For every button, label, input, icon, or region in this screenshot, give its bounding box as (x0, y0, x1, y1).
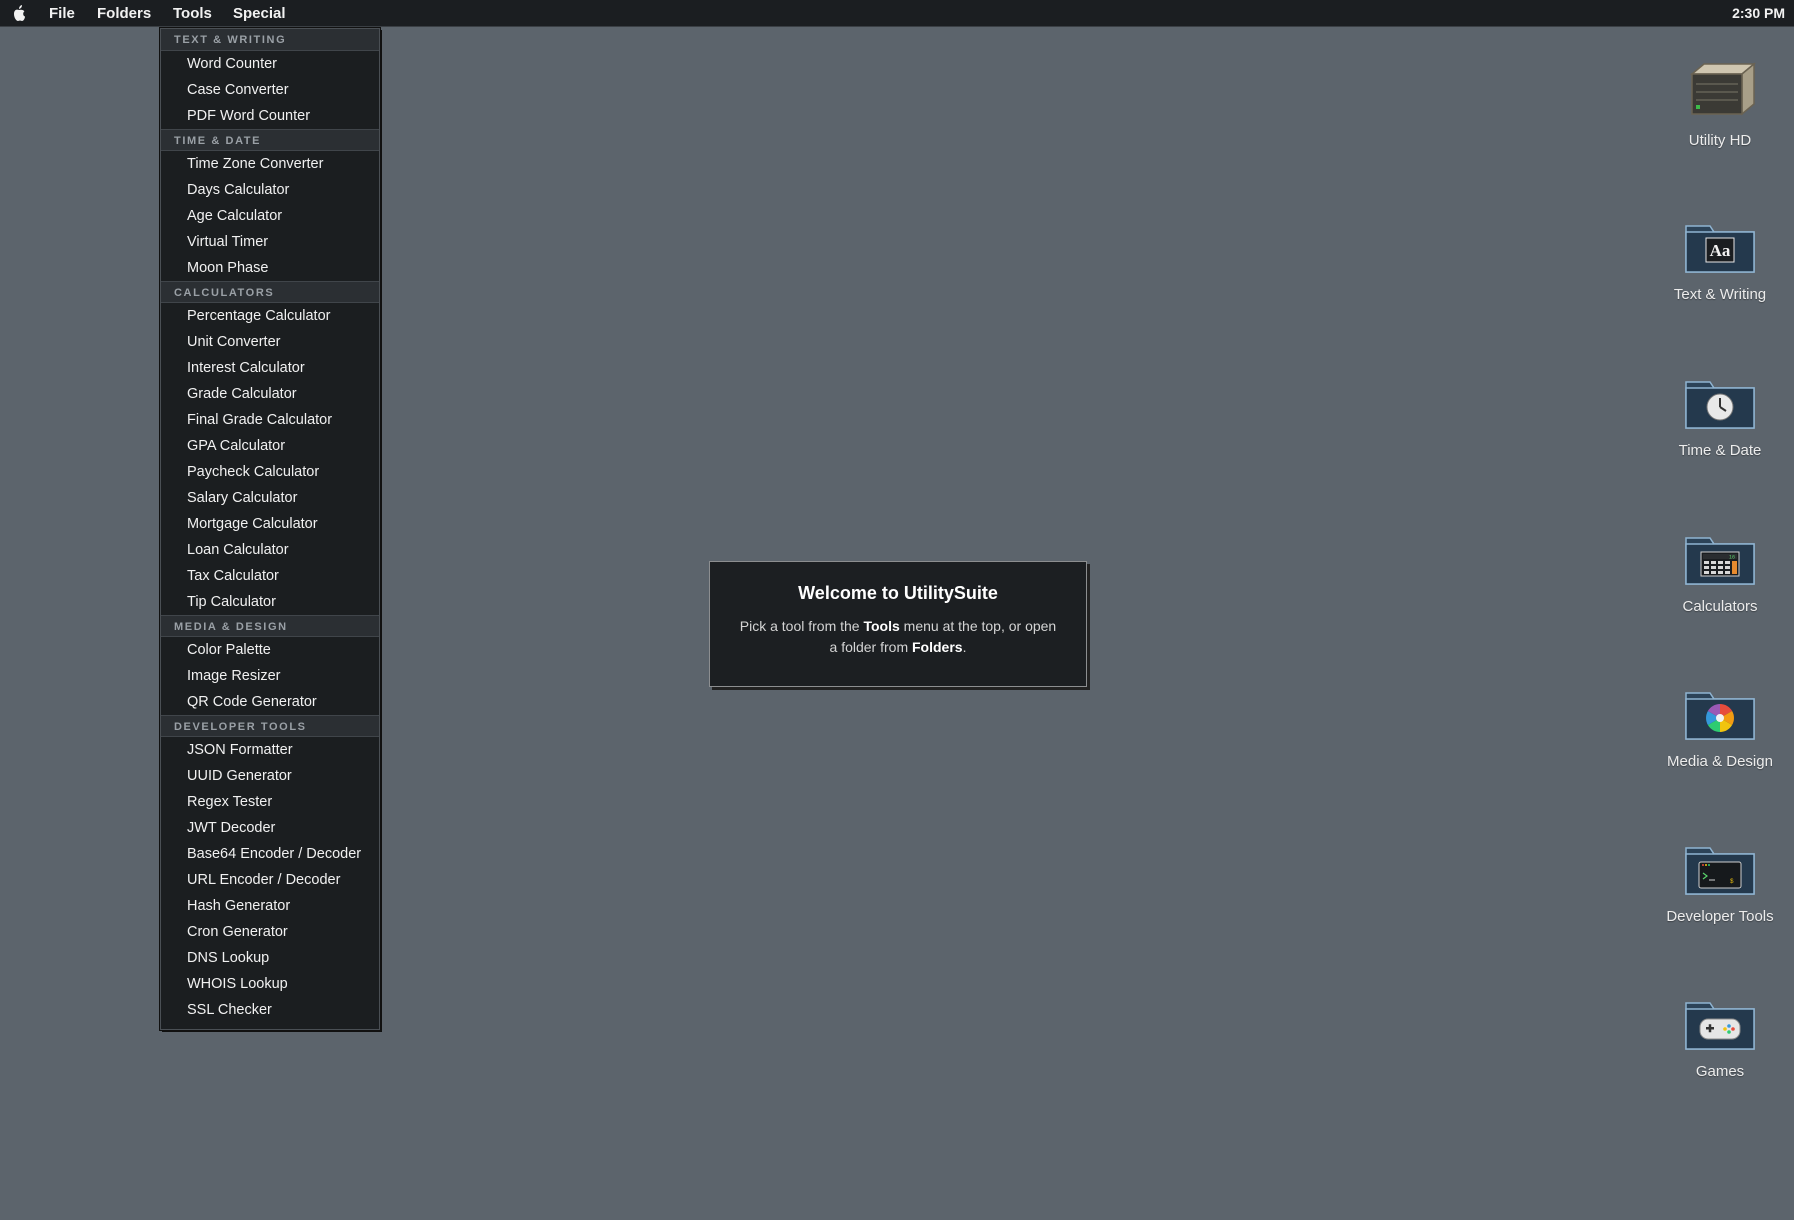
welcome-text: . (962, 639, 967, 655)
menu-file[interactable]: File (49, 5, 75, 22)
welcome-text: Pick a tool from the (739, 618, 864, 634)
menu-item[interactable]: Mortgage Calculator (161, 511, 379, 537)
desktop-icon-developer-tools[interactable]: $ Developer Tools (1650, 840, 1790, 925)
menu-item[interactable]: QR Code Generator (161, 689, 379, 715)
menu-item[interactable]: SSL Checker (161, 997, 379, 1023)
menu-item[interactable]: Tax Calculator (161, 563, 379, 589)
welcome-tools-emphasis: Tools (863, 618, 900, 634)
menu-item[interactable]: Interest Calculator (161, 355, 379, 381)
folder-calculator-icon: 16 (1685, 537, 1755, 585)
welcome-dialog: Welcome to UtilitySuite Pick a tool from… (709, 561, 1087, 687)
menu-tools[interactable]: Tools (173, 5, 212, 22)
menu-item[interactable]: GPA Calculator (161, 433, 379, 459)
tools-menu-dropdown: TEXT & WRITING Word Counter Case Converter… (160, 28, 380, 1030)
welcome-text: menu at the top, or open (899, 618, 1057, 634)
menubar: File Folders Tools Special 2:30 PM (0, 0, 1794, 27)
svg-text:$: $ (1730, 878, 1734, 885)
menu-item[interactable]: Percentage Calculator (161, 303, 379, 329)
hard-drive-icon (1689, 62, 1756, 116)
svg-text:Aa: Aa (1710, 241, 1731, 260)
folder-terminal-icon: $ (1685, 847, 1755, 895)
menu-item[interactable]: URL Encoder / Decoder (161, 867, 379, 893)
desktop-icon-utility-hd[interactable]: Utility HD (1650, 62, 1790, 149)
menu-item[interactable]: Virtual Timer (161, 229, 379, 255)
menu-section-header: TIME & DATE (161, 129, 379, 151)
menu-item[interactable]: Age Calculator (161, 203, 379, 229)
menu-item[interactable]: Days Calculator (161, 177, 379, 203)
desktop-icon-time-date[interactable]: Time & Date (1650, 374, 1790, 459)
menu-item[interactable]: Image Resizer (161, 663, 379, 689)
desktop-icon-label: Utility HD (1688, 132, 1752, 149)
menu-section-header: DEVELOPER TOOLS (161, 715, 379, 737)
menu-item[interactable]: Unit Converter (161, 329, 379, 355)
menu-item[interactable]: Time Zone Converter (161, 151, 379, 177)
menu-item[interactable]: DNS Lookup (161, 945, 379, 971)
menu-item[interactable]: Color Palette (161, 637, 379, 663)
menu-section-header: MEDIA & DESIGN (161, 615, 379, 637)
desktop-icon-games[interactable]: Games (1650, 995, 1790, 1080)
welcome-title: Welcome to UtilitySuite (798, 583, 998, 603)
folder-text-icon: Aa (1685, 225, 1755, 273)
menu-item[interactable]: Loan Calculator (161, 537, 379, 563)
menubar-clock: 2:30 PM (1732, 5, 1785, 21)
menu-item[interactable]: Case Converter (161, 77, 379, 103)
menu-item[interactable]: Tip Calculator (161, 589, 379, 615)
menu-folders[interactable]: Folders (97, 5, 151, 22)
menu-item[interactable]: WHOIS Lookup (161, 971, 379, 997)
desktop-icon-label: Text & Writing (1673, 286, 1767, 303)
menu-item[interactable]: Grade Calculator (161, 381, 379, 407)
folder-color-wheel-icon (1685, 692, 1755, 740)
desktop-icon-media-design[interactable]: Media & Design (1650, 685, 1790, 770)
menu-item[interactable]: Moon Phase (161, 255, 379, 281)
desktop-icon-label: Calculators (1682, 598, 1758, 615)
welcome-folders-emphasis: Folders (912, 639, 963, 655)
menu-item[interactable]: Paycheck Calculator (161, 459, 379, 485)
desktop-icon-label: Time & Date (1678, 442, 1762, 459)
menu-item[interactable]: JSON Formatter (161, 737, 379, 763)
folder-gamepad-icon (1685, 1002, 1755, 1050)
menu-section-header: TEXT & WRITING (161, 29, 379, 51)
desktop-icon-label: Games (1695, 1063, 1745, 1080)
menu-item[interactable]: JWT Decoder (161, 815, 379, 841)
svg-text:16: 16 (1729, 555, 1735, 561)
desktop-icon-label: Media & Design (1667, 753, 1773, 770)
menu-item[interactable]: PDF Word Counter (161, 103, 379, 129)
menu-item[interactable]: Cron Generator (161, 919, 379, 945)
folder-clock-icon (1685, 381, 1755, 429)
menu-item[interactable]: UUID Generator (161, 763, 379, 789)
menu-item[interactable]: Salary Calculator (161, 485, 379, 511)
welcome-text: a folder from (829, 639, 912, 655)
menu-item[interactable]: Word Counter (161, 51, 379, 77)
menu-section-header: CALCULATORS (161, 281, 379, 303)
menu-item[interactable]: Hash Generator (161, 893, 379, 919)
menu-item[interactable]: Base64 Encoder / Decoder (161, 841, 379, 867)
desktop-icon-text-writing[interactable]: Aa Text & Writing (1650, 218, 1790, 303)
welcome-body: Pick a tool from the Tools menu at the t… (710, 616, 1086, 658)
menu-item[interactable]: Final Grade Calculator (161, 407, 379, 433)
desktop-icon-calculators[interactable]: 16 Calculators (1650, 530, 1790, 615)
menu-special[interactable]: Special (233, 5, 286, 22)
desktop-icon-label: Developer Tools (1666, 908, 1774, 925)
menu-item[interactable]: Regex Tester (161, 789, 379, 815)
apple-icon[interactable] (10, 4, 28, 23)
